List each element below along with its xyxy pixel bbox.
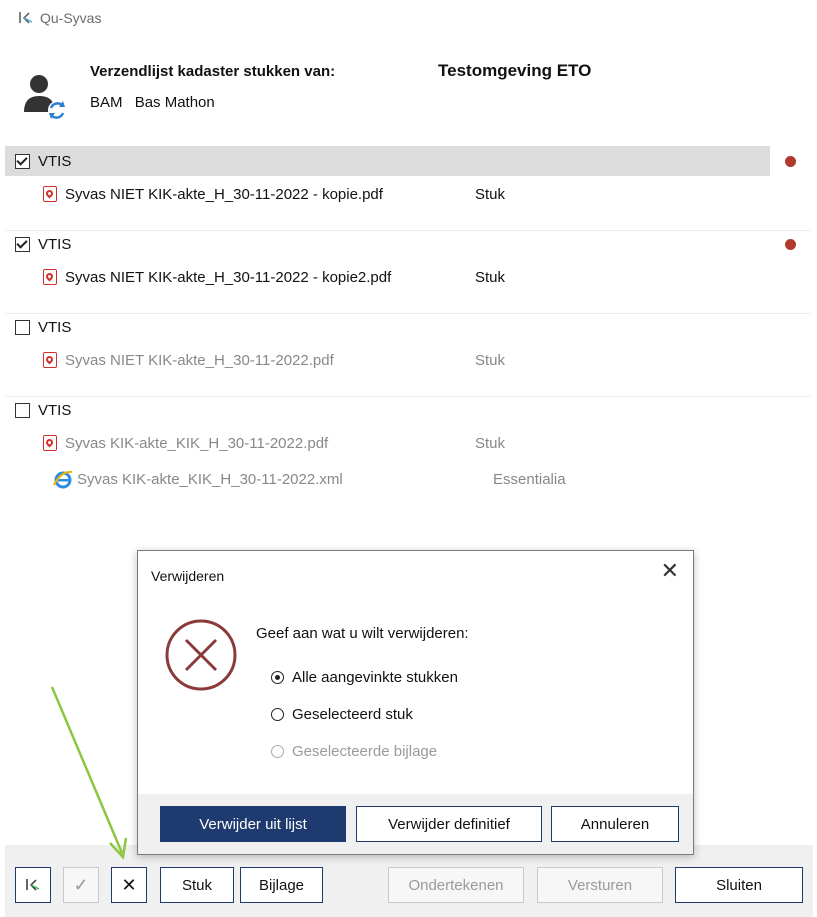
group-label: VTIS <box>38 318 72 336</box>
internet-explorer-icon <box>53 470 73 489</box>
file-row[interactable]: Syvas NIET KIK-akte_H_30-11-2022.pdf Stu… <box>5 342 810 378</box>
check-button[interactable]: ✓ <box>63 867 99 903</box>
option-selected-document[interactable]: Geselecteerd stuk <box>271 706 413 723</box>
file-name: Syvas NIET KIK-akte_H_30-11-2022.pdf <box>65 351 334 369</box>
status-dot <box>785 239 796 250</box>
sign-button[interactable]: Ondertekenen <box>388 867 524 903</box>
back-button[interactable] <box>15 867 51 903</box>
delete-button[interactable]: ✕ <box>111 867 147 903</box>
document-group: VTIS Syvas NIET KIK-akte_H_30-11-2022.pd… <box>5 312 810 378</box>
status-dot <box>785 156 796 167</box>
group-header[interactable]: VTIS <box>5 395 810 425</box>
bijlage-button[interactable]: Bijlage <box>240 867 323 903</box>
group-label: VTIS <box>38 401 72 419</box>
environment-name: Testomgeving ETO <box>438 61 592 80</box>
group-checkbox[interactable] <box>15 236 30 252</box>
file-row[interactable]: Syvas KIK-akte_KIK_H_30-11-2022.xml Esse… <box>5 461 810 497</box>
pdf-icon <box>43 269 57 285</box>
bottom-toolbar: ✓ ✕ Stuk Bijlage Ondertekenen Versturen … <box>5 845 813 917</box>
pdf-icon <box>43 352 57 368</box>
group-label: VTIS <box>38 152 72 170</box>
send-button[interactable]: Versturen <box>537 867 663 903</box>
app-title: Qu-Syvas <box>18 10 101 26</box>
back-arrow-icon <box>26 879 40 891</box>
annotation-arrow-icon <box>50 686 128 860</box>
app-title-text: Qu-Syvas <box>40 10 102 26</box>
remove-permanently-button[interactable]: Verwijder definitief <box>356 806 542 842</box>
file-name: Syvas KIK-akte_KIK_H_30-11-2022.xml <box>77 470 343 488</box>
close-button[interactable]: Sluiten <box>675 867 803 903</box>
user-info: BAM Bas Mathon <box>90 94 215 111</box>
cancel-button[interactable]: Annuleren <box>551 806 679 842</box>
shipping-list-label: Verzendlijst kadaster stukken van: <box>90 63 336 80</box>
pdf-icon <box>43 186 57 202</box>
document-group: VTIS Syvas NIET KIK-akte_H_30-11-2022 - … <box>5 146 810 212</box>
file-type: Stuk <box>475 185 506 203</box>
stuk-button[interactable]: Stuk <box>160 867 234 903</box>
file-type: Essentialia <box>493 470 566 488</box>
option-selected-attachment: Geselecteerde bijlage <box>271 743 437 760</box>
dialog-prompt: Geef aan wat u wilt verwijderen: <box>256 625 469 642</box>
group-header[interactable]: VTIS <box>5 229 810 259</box>
user-sync-icon <box>24 75 66 119</box>
file-row[interactable]: Syvas NIET KIK-akte_H_30-11-2022 - kopie… <box>5 259 810 295</box>
pdf-icon <box>43 435 57 451</box>
radio-button[interactable] <box>271 671 284 684</box>
user-code: BAM <box>90 94 123 111</box>
user-name: Bas Mathon <box>134 94 215 111</box>
group-checkbox[interactable] <box>15 319 30 335</box>
file-type: Stuk <box>475 434 506 452</box>
remove-from-list-button[interactable]: Verwijder uit lijst <box>160 806 346 842</box>
group-header[interactable]: VTIS <box>5 146 770 176</box>
file-type: Stuk <box>475 351 506 369</box>
document-group: VTIS Syvas KIK-akte_KIK_H_30-11-2022.pdf… <box>5 395 810 497</box>
radio-button <box>271 745 284 758</box>
file-row[interactable]: Syvas NIET KIK-akte_H_30-11-2022 - kopie… <box>5 176 810 212</box>
group-checkbox[interactable] <box>15 153 30 169</box>
back-arrow-icon <box>19 12 33 24</box>
option-all-checked[interactable]: Alle aangevinkte stukken <box>271 669 458 686</box>
delete-dialog: Verwijderen ✕ Geef aan wat u wilt verwij… <box>137 550 694 855</box>
error-icon <box>165 619 237 691</box>
option-label: Geselecteerde bijlage <box>292 743 438 760</box>
option-label: Geselecteerd stuk <box>292 706 413 723</box>
group-header[interactable]: VTIS <box>5 312 810 342</box>
option-label: Alle aangevinkte stukken <box>292 669 458 686</box>
radio-button[interactable] <box>271 708 284 721</box>
dialog-close-button[interactable]: ✕ <box>661 560 679 582</box>
file-name: Syvas KIK-akte_KIK_H_30-11-2022.pdf <box>65 434 329 452</box>
group-label: VTIS <box>38 235 72 253</box>
file-name: Syvas NIET KIK-akte_H_30-11-2022 - kopie… <box>65 268 392 286</box>
file-row[interactable]: Syvas KIK-akte_KIK_H_30-11-2022.pdf Stuk <box>5 425 810 461</box>
document-group: VTIS Syvas NIET KIK-akte_H_30-11-2022 - … <box>5 229 810 295</box>
file-type: Stuk <box>475 268 506 286</box>
dialog-title: Verwijderen <box>151 568 225 584</box>
group-checkbox[interactable] <box>15 402 30 418</box>
dialog-footer: Verwijder uit lijst Verwijder definitief… <box>138 794 693 854</box>
file-name: Syvas NIET KIK-akte_H_30-11-2022 - kopie… <box>65 185 383 203</box>
